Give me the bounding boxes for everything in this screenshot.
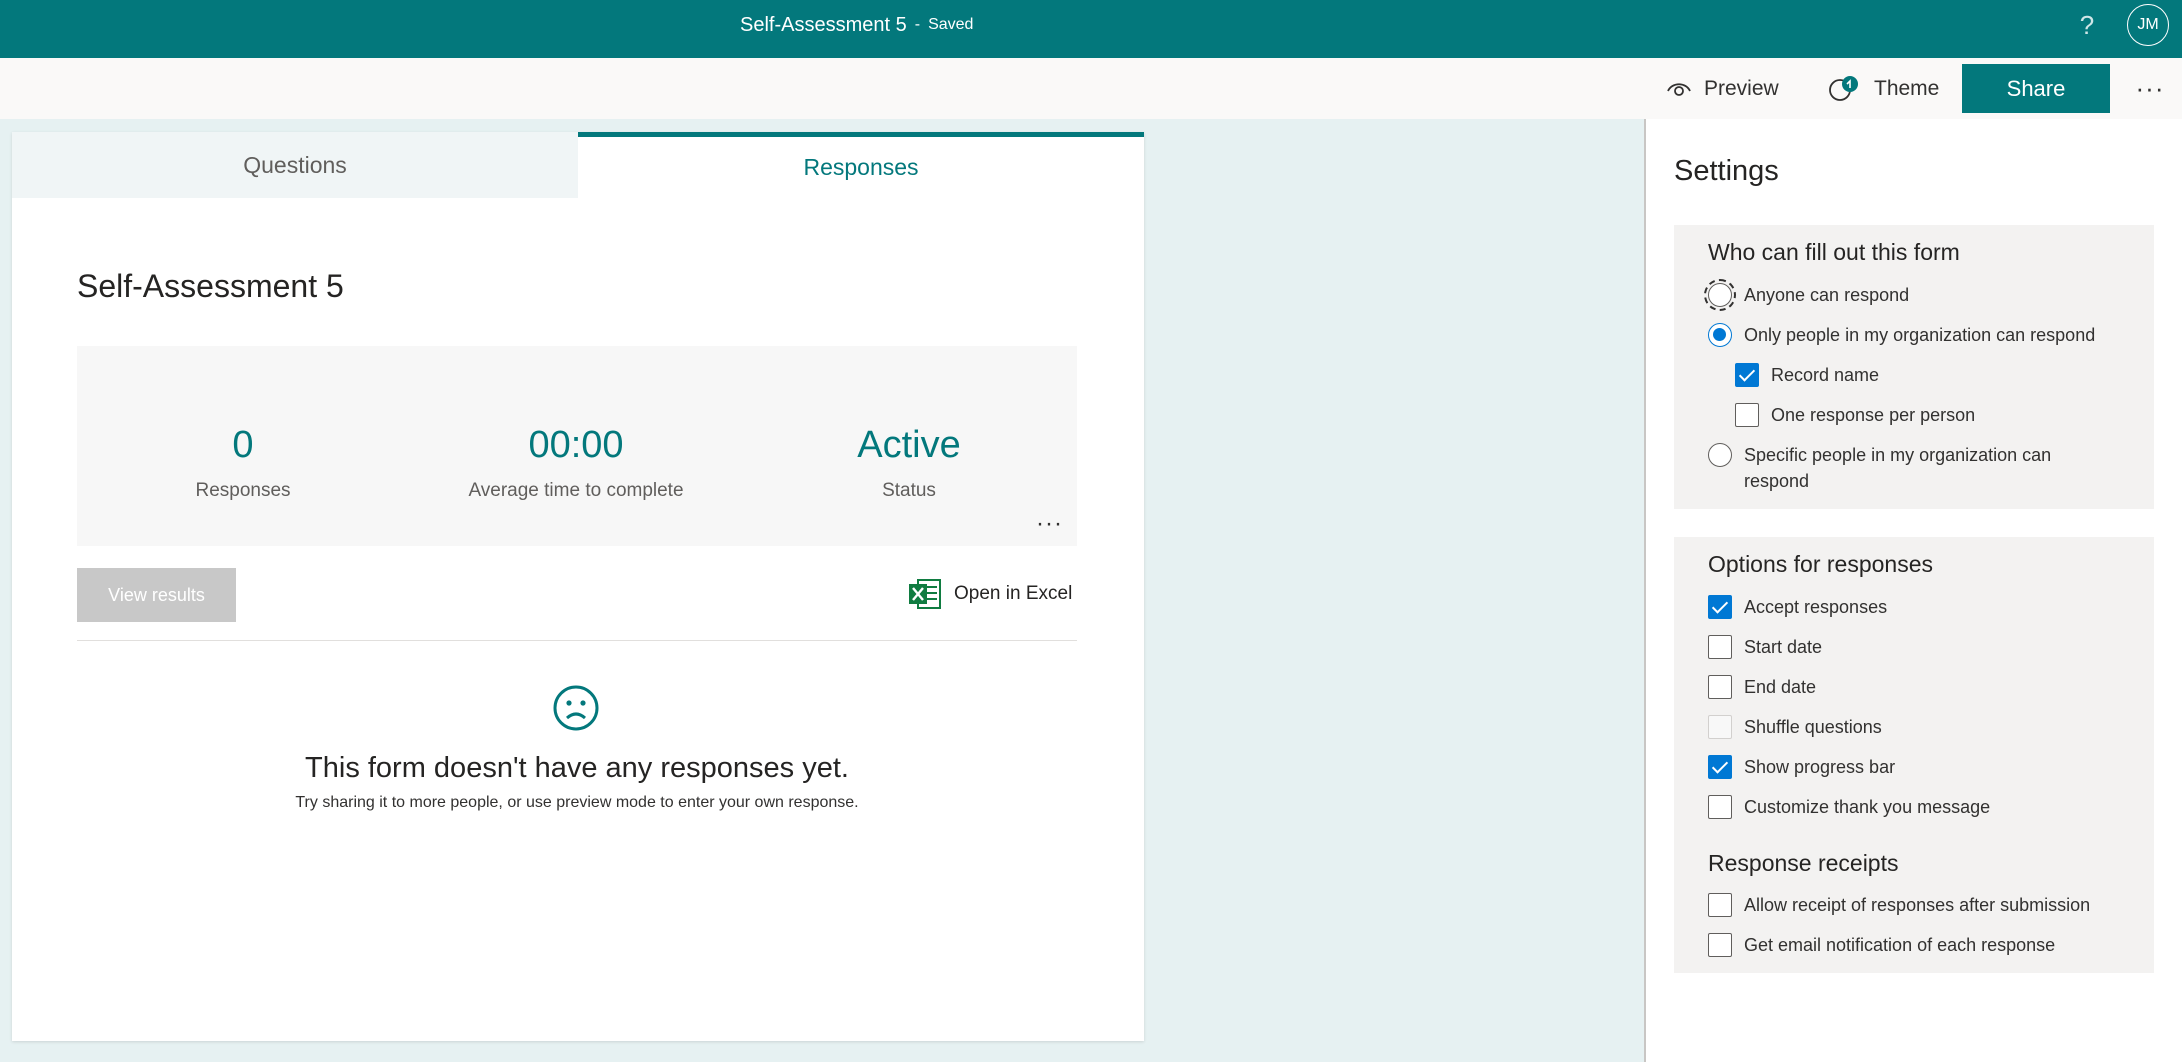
start-date-option[interactable]: Start date xyxy=(1708,634,1822,660)
who-can-fill-section: Who can fill out this form Anyone can re… xyxy=(1674,225,2154,509)
thank-you-message-option[interactable]: Customize thank you message xyxy=(1708,794,1990,820)
specific-people-label-line1: Specific people in my organization can xyxy=(1744,445,2052,465)
shuffle-questions-label: Shuffle questions xyxy=(1744,717,1882,737)
form-name[interactable]: Self-Assessment 5 xyxy=(740,14,907,37)
avatar[interactable]: JM xyxy=(2127,4,2169,46)
preview-label: Preview xyxy=(1704,76,1779,100)
end-date-option[interactable]: End date xyxy=(1708,674,1816,700)
app-header: Self-Assessment 5 - Saved ? JM xyxy=(0,0,2182,58)
empty-state-subtitle: Try sharing it to more people, or use pr… xyxy=(295,794,859,811)
tab-questions[interactable]: Questions xyxy=(12,132,578,198)
shuffle-questions-option: Shuffle questions xyxy=(1708,714,1882,740)
summary-more-icon[interactable]: ··· xyxy=(1036,510,1063,538)
accept-responses-label: Accept responses xyxy=(1744,597,1888,617)
view-results-button: View results xyxy=(77,568,236,622)
one-response-label: One response per person xyxy=(1771,405,1976,425)
more-options-icon[interactable]: ··· xyxy=(2130,68,2170,108)
stat-value: Active xyxy=(857,424,961,466)
eye-icon xyxy=(1667,82,1691,96)
progress-bar-label: Show progress bar xyxy=(1744,757,1896,777)
allow-receipt-checkbox[interactable] xyxy=(1708,893,1732,917)
theme-button[interactable]: Theme xyxy=(1826,58,1939,119)
email-notification-checkbox[interactable] xyxy=(1708,933,1732,957)
thank-you-message-checkbox[interactable] xyxy=(1708,795,1732,819)
who-can-fill-heading: Who can fill out this form xyxy=(1708,239,1960,265)
form-card: Questions Responses Self-Assessment 5 0 … xyxy=(12,132,1144,1041)
allow-receipt-option[interactable]: Allow receipt of responses after submiss… xyxy=(1708,892,2090,918)
org-only-option[interactable]: Only people in my organization can respo… xyxy=(1708,322,2095,348)
stat-average-time: 00:00 Average time to complete xyxy=(416,424,736,502)
anyone-can-respond-option[interactable]: Anyone can respond xyxy=(1704,279,1910,311)
page-title: Self-Assessment 5 xyxy=(77,268,344,304)
shuffle-questions-checkbox xyxy=(1708,715,1732,739)
stat-status: Active Status xyxy=(749,424,1069,502)
record-name-checkbox[interactable] xyxy=(1735,363,1759,387)
email-notification-option[interactable]: Get email notification of each response xyxy=(1708,932,2055,958)
open-in-excel-label: Open in Excel xyxy=(954,583,1073,604)
accept-responses-checkbox[interactable] xyxy=(1708,595,1732,619)
theme-label: Theme xyxy=(1874,76,1940,100)
document-title: Self-Assessment 5 - Saved xyxy=(740,0,973,50)
save-status: Saved xyxy=(928,16,974,33)
start-date-label: Start date xyxy=(1744,637,1823,657)
org-only-label: Only people in my organization can respo… xyxy=(1744,325,2096,345)
org-only-radio[interactable] xyxy=(1708,323,1732,347)
accept-responses-option[interactable]: Accept responses xyxy=(1708,594,1887,620)
stat-label: Status xyxy=(882,480,936,501)
empty-state-title: This form doesn't have any responses yet… xyxy=(305,752,849,784)
stat-responses: 0 Responses xyxy=(83,424,403,502)
allow-receipt-label: Allow receipt of responses after submiss… xyxy=(1744,895,2091,915)
settings-panel: Settings Who can fill out this form Anyo… xyxy=(1644,119,2182,1062)
one-response-option[interactable]: One response per person xyxy=(1735,402,1975,428)
anyone-radio[interactable] xyxy=(1704,279,1736,311)
record-name-label: Record name xyxy=(1771,365,1880,385)
email-notification-label: Get email notification of each response xyxy=(1744,935,2056,955)
record-name-option[interactable]: Record name xyxy=(1735,362,1879,388)
response-summary: 0 Responses 00:00 Average time to comple… xyxy=(77,346,1077,546)
response-options-heading: Options for responses xyxy=(1708,551,1934,577)
specific-people-label-line2: respond xyxy=(1744,471,1810,491)
tab-responses[interactable]: Responses xyxy=(578,132,1144,198)
response-receipts-heading: Response receipts xyxy=(1708,850,1899,876)
progress-bar-option[interactable]: Show progress bar xyxy=(1708,754,1895,780)
specific-people-label: Specific people in my organization can r… xyxy=(1744,442,2051,494)
preview-button[interactable]: Preview xyxy=(1666,58,1779,119)
stat-value: 00:00 xyxy=(528,424,624,466)
thank-you-message-label: Customize thank you message xyxy=(1744,797,1991,817)
divider xyxy=(77,640,1077,641)
stat-value: 0 xyxy=(232,424,254,466)
start-date-checkbox[interactable] xyxy=(1708,635,1732,659)
open-in-excel-button[interactable]: Open in Excel xyxy=(908,574,1072,614)
response-options-section: Options for responses Accept responses S… xyxy=(1674,537,2154,973)
specific-people-radio[interactable] xyxy=(1708,443,1732,467)
progress-bar-checkbox[interactable] xyxy=(1708,755,1732,779)
share-button[interactable]: Share xyxy=(1962,64,2110,113)
settings-title: Settings xyxy=(1674,155,1779,187)
title-separator: - xyxy=(914,16,921,33)
one-response-checkbox[interactable] xyxy=(1735,403,1759,427)
anyone-label: Anyone can respond xyxy=(1744,285,1910,305)
excel-icon xyxy=(909,579,941,609)
sad-face-icon xyxy=(553,685,599,731)
specific-people-option[interactable]: Specific people in my organization can r… xyxy=(1708,442,2051,494)
stat-label: Average time to complete xyxy=(468,480,684,501)
help-icon[interactable]: ? xyxy=(2074,10,2100,40)
end-date-label: End date xyxy=(1744,677,1817,697)
command-bar: Preview Theme Share ··· xyxy=(0,58,2182,119)
theme-icon xyxy=(1829,75,1858,101)
stat-label: Responses xyxy=(195,480,291,501)
end-date-checkbox[interactable] xyxy=(1708,675,1732,699)
